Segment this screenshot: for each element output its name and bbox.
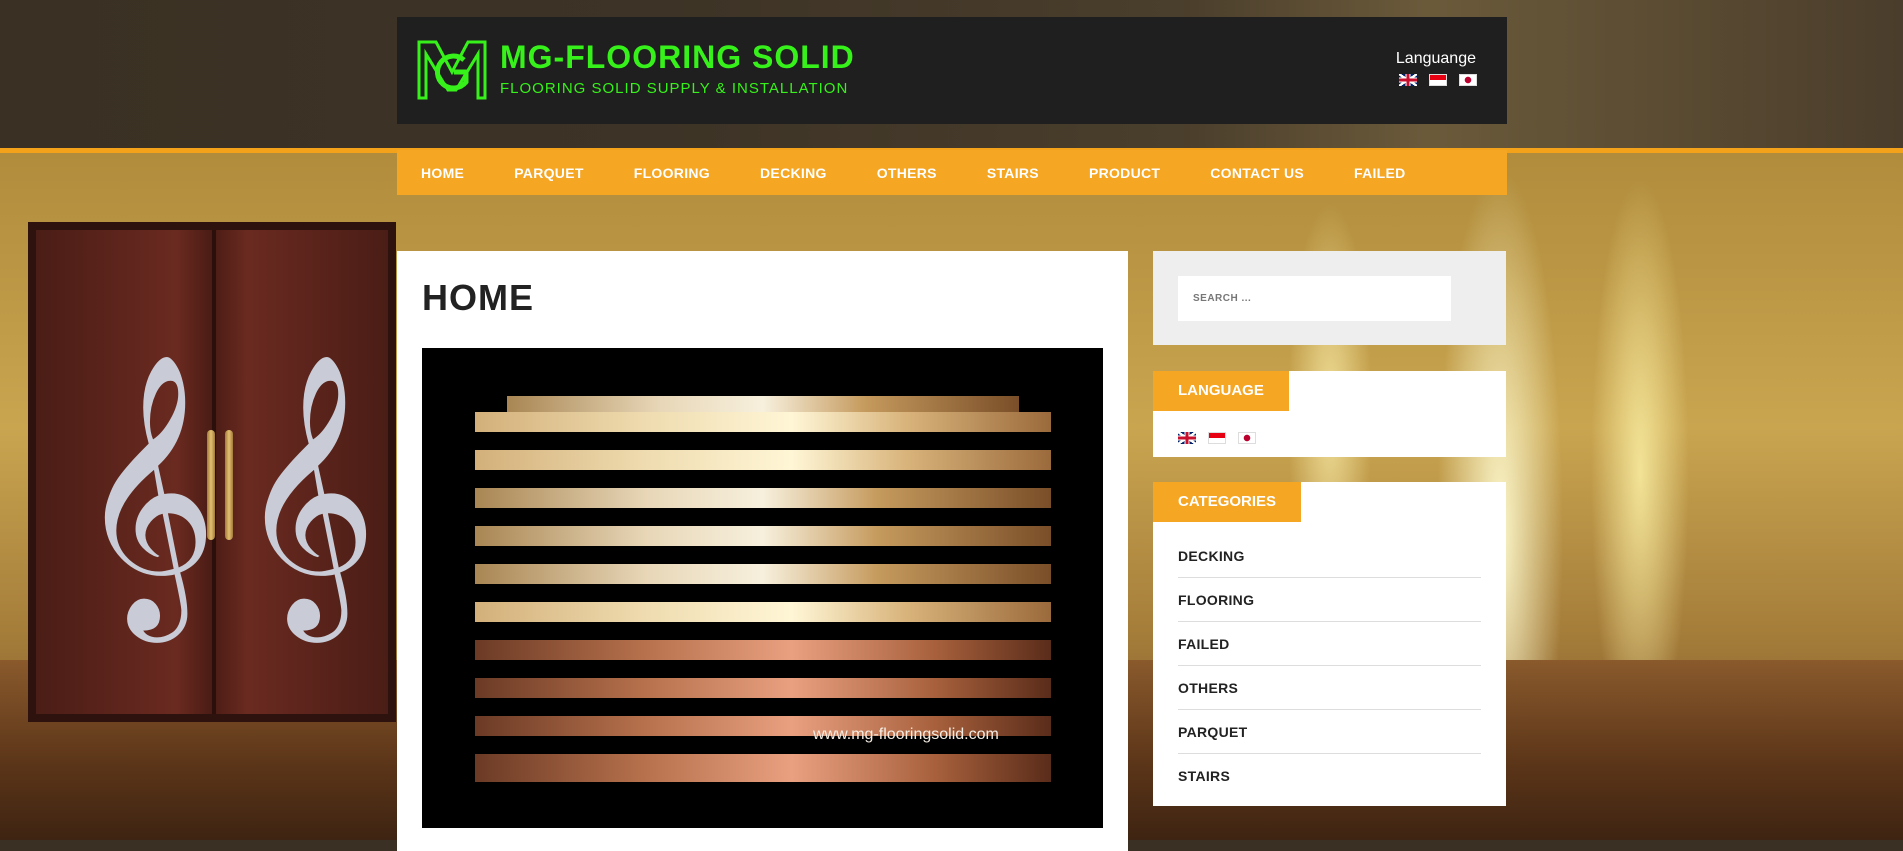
door-handle [225,430,233,540]
nav-item-home[interactable]: HOME [421,165,464,181]
image-slice [475,488,1051,508]
slice-animation: www.mg-flooringsolid.com [475,396,1051,782]
list-item: PARQUET [1178,710,1481,754]
nav-item-contact-us[interactable]: CONTACT US [1210,165,1304,181]
site-header: MG-FLOORING SOLID FLOORING SOLID SUPPLY … [397,17,1507,124]
image-slice [475,564,1051,584]
search-widget [1153,251,1506,345]
search-input[interactable] [1178,276,1451,321]
category-list: DECKING FLOORING FAILED OTHERS PARQUET S… [1153,522,1506,797]
site-tagline: FLOORING SOLID SUPPLY & INSTALLATION [500,80,849,97]
nav-item-product[interactable]: PRODUCT [1089,165,1160,181]
nav-item-stairs[interactable]: STAIRS [987,165,1039,181]
main-nav: HOME PARQUET FLOORING DECKING OTHERS STA… [397,150,1507,195]
image-slice [507,396,1019,412]
image-slice [475,602,1051,622]
category-link-flooring[interactable]: FLOORING [1178,592,1254,608]
category-link-stairs[interactable]: STAIRS [1178,768,1230,784]
list-item: OTHERS [1178,666,1481,710]
indonesia-flag-icon[interactable] [1429,74,1447,86]
nav-item-flooring[interactable]: FLOORING [634,165,710,181]
list-item: FAILED [1178,622,1481,666]
main-content: HOME www.mg-flooringsolid.com [397,251,1128,851]
treble-clef-icon: 𝄞 [76,350,218,630]
category-link-decking[interactable]: DECKING [1178,548,1245,564]
indonesia-flag-icon[interactable] [1208,432,1226,444]
uk-flag-icon[interactable] [1178,432,1196,444]
nav-item-decking[interactable]: DECKING [760,165,827,181]
mg-logo-icon[interactable] [416,38,488,102]
nav-item-failed[interactable]: FAILED [1354,165,1406,181]
category-link-failed[interactable]: FAILED [1178,636,1230,652]
japan-flag-icon[interactable] [1238,432,1256,444]
image-slice [475,412,1051,432]
list-item: DECKING [1178,534,1481,578]
background-door: 𝄞 𝄞 [28,222,396,722]
treble-clef-icon: 𝄞 [236,350,378,630]
categories-widget-title: CATEGORIES [1153,482,1302,522]
sidebar-language-flags [1178,432,1256,444]
categories-widget: CATEGORIES DECKING FLOORING FAILED OTHER… [1153,482,1506,806]
image-watermark: www.mg-flooringsolid.com [813,726,999,743]
language-label: Languange [1395,50,1476,67]
list-item: FLOORING [1178,578,1481,622]
site-title[interactable]: MG-FLOORING SOLID [500,39,855,76]
image-slice [475,526,1051,546]
language-widget: LANGUAGE [1153,371,1506,457]
nav-item-parquet[interactable]: PARQUET [514,165,584,181]
image-slice [475,450,1051,470]
page-title: HOME [422,277,534,318]
language-widget-title: LANGUAGE [1153,371,1289,411]
japan-flag-icon[interactable] [1459,74,1477,86]
header-language-flags [1399,74,1477,86]
nav-item-others[interactable]: OTHERS [877,165,937,181]
uk-flag-icon[interactable] [1399,74,1417,86]
image-slice [475,640,1051,660]
category-link-parquet[interactable]: PARQUET [1178,724,1248,740]
image-slice [475,754,1051,782]
list-item: STAIRS [1178,754,1481,797]
featured-image[interactable]: www.mg-flooringsolid.com [422,348,1103,828]
image-slice [475,678,1051,698]
door-handle [207,430,215,540]
category-link-others[interactable]: OTHERS [1178,680,1238,696]
